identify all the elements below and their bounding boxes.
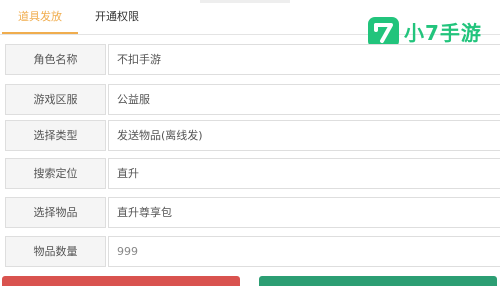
form-row-item: 选择物品 直升尊享包 — [5, 197, 500, 228]
reset-button[interactable] — [2, 276, 240, 286]
role-name-label: 角色名称 — [5, 44, 106, 75]
role-name-input[interactable]: 不扣手游 — [108, 44, 500, 75]
form-row-type: 选择类型 发送物品(离线发) — [5, 120, 500, 151]
form-row-role-name: 角色名称 不扣手游 — [5, 44, 500, 75]
item-select[interactable]: 直升尊享包 — [108, 197, 500, 228]
tab-open-permission[interactable]: 开通权限 — [80, 0, 154, 33]
search-label: 搜索定位 — [5, 158, 106, 189]
form-row-quantity: 物品数量 999 — [5, 236, 500, 267]
quantity-label: 物品数量 — [5, 236, 106, 267]
tab-item-distribution[interactable]: 道具发放 — [0, 0, 80, 34]
type-label: 选择类型 — [5, 120, 106, 151]
server-label: 游戏区服 — [5, 84, 106, 115]
form-row-search: 搜索定位 直升 — [5, 158, 500, 189]
quantity-input[interactable]: 999 — [108, 236, 500, 267]
type-select[interactable]: 发送物品(离线发) — [108, 120, 500, 151]
item-label: 选择物品 — [5, 197, 106, 228]
search-input[interactable]: 直升 — [108, 158, 500, 189]
form-row-server: 游戏区服 公益服 — [5, 84, 500, 115]
server-select[interactable]: 公益服 — [108, 84, 500, 115]
submit-button[interactable] — [259, 276, 497, 286]
